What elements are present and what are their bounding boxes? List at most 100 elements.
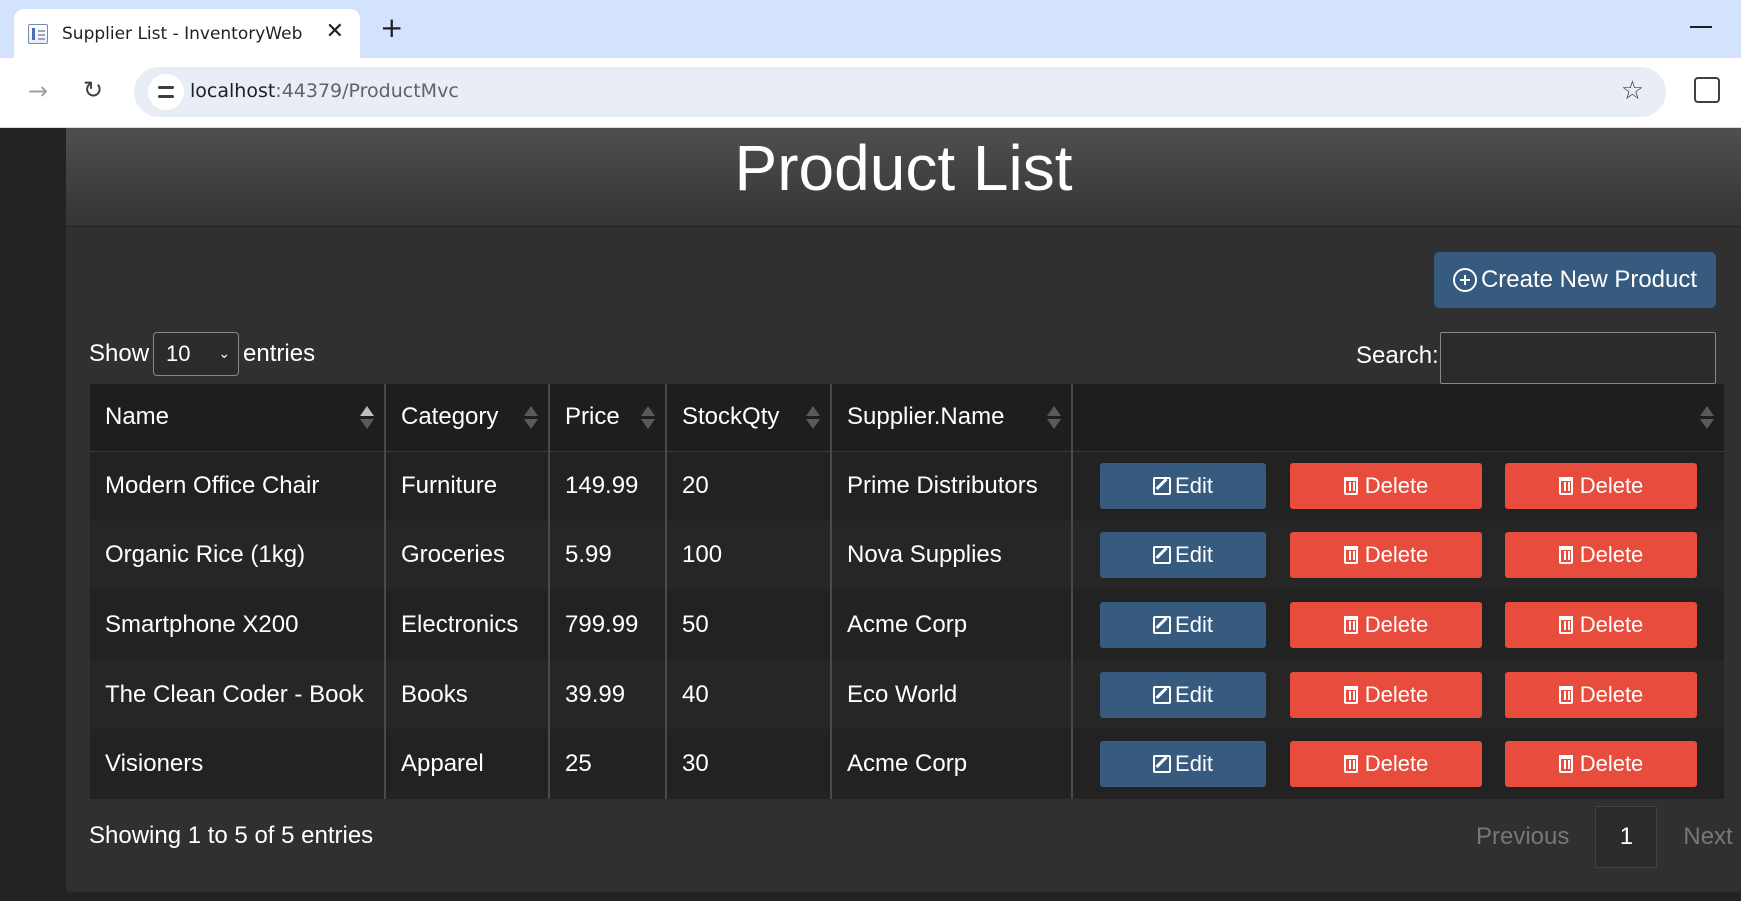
search-label: Search:	[1356, 342, 1439, 369]
delete-button[interactable]: Delete	[1290, 532, 1482, 579]
delete-label: Delete	[1364, 542, 1429, 568]
cell-category: Apparel	[385, 729, 550, 799]
cell-category: Groceries	[385, 520, 550, 591]
edit-button[interactable]: Edit	[1100, 741, 1266, 788]
browser-tabstrip: Supplier List - InventoryWeb ✕ +	[0, 0, 1741, 58]
minimize-icon[interactable]	[1690, 26, 1712, 28]
delete-label: Delete	[1579, 473, 1644, 499]
trash-icon	[1558, 685, 1573, 704]
sort-icon	[641, 406, 655, 430]
pagination: Previous 1 Next	[1476, 806, 1733, 868]
delete-button[interactable]: Delete	[1505, 601, 1697, 648]
delete-label: Delete	[1364, 473, 1429, 499]
cell-stockqty: 100	[666, 520, 832, 591]
cell-stockqty: 40	[666, 659, 832, 730]
delete-button[interactable]: Delete	[1290, 601, 1482, 648]
trash-icon	[1343, 685, 1358, 704]
new-tab-icon[interactable]: +	[380, 14, 403, 42]
plus-circle-icon	[1452, 268, 1477, 292]
forward-icon[interactable]: →	[28, 79, 48, 103]
edit-icon	[1153, 685, 1172, 704]
chevron-down-icon: ⌄	[218, 346, 231, 362]
page-1-button[interactable]: 1	[1595, 806, 1658, 868]
tab-title: Supplier List - InventoryWeb	[62, 23, 303, 44]
delete-button[interactable]: Delete	[1505, 741, 1697, 788]
previous-page-button[interactable]: Previous	[1476, 823, 1569, 851]
edit-button[interactable]: Edit	[1100, 532, 1266, 579]
show-label: Show	[89, 340, 150, 367]
trash-icon	[1343, 615, 1358, 634]
edit-label: Edit	[1175, 542, 1213, 568]
table-row: Modern Office Chair Furniture 149.99 20 Prim…	[90, 451, 1724, 521]
page-content: Product List Create New Product Show 10 …	[0, 128, 1741, 901]
create-button-label: Create New Product	[1480, 266, 1698, 293]
trash-icon	[1343, 477, 1358, 496]
delete-button[interactable]: Delete	[1290, 671, 1482, 718]
cell-supplier-name: Acme Corp	[831, 590, 1073, 660]
edit-button[interactable]: Edit	[1100, 671, 1266, 718]
close-icon[interactable]: ✕	[326, 21, 344, 43]
edit-icon	[1153, 615, 1172, 634]
cell-category: Electronics	[385, 590, 550, 660]
entries-label: entries	[243, 340, 316, 367]
page-size-select[interactable]: 10 ⌄	[153, 332, 240, 376]
sort-icon	[806, 406, 820, 430]
sort-icon	[524, 406, 538, 430]
edit-label: Edit	[1175, 611, 1213, 637]
delete-button[interactable]: Delete	[1290, 463, 1482, 510]
trash-icon	[1558, 546, 1573, 565]
product-table: Name Category Price StockQty Supplier.Na…	[90, 384, 1724, 799]
sort-asc-icon	[360, 406, 374, 430]
product-panel: Product List Create New Product Show 10 …	[66, 128, 1741, 892]
extensions-icon[interactable]	[1694, 77, 1720, 103]
bookmark-star-icon[interactable]: ☆	[1621, 77, 1644, 105]
edit-label: Edit	[1175, 473, 1213, 499]
delete-button[interactable]: Delete	[1505, 463, 1697, 510]
column-header-stockqty[interactable]: StockQty	[666, 384, 832, 452]
column-header-supplier-name[interactable]: Supplier.Name	[831, 384, 1073, 452]
cell-supplier-name: Prime Distributors	[831, 451, 1073, 521]
delete-button[interactable]: Delete	[1505, 532, 1697, 579]
browser-tab[interactable]: Supplier List - InventoryWeb ✕	[14, 9, 360, 58]
delete-label: Delete	[1579, 611, 1644, 637]
edit-button[interactable]: Edit	[1100, 463, 1266, 510]
sort-icon	[1700, 406, 1714, 430]
delete-button[interactable]: Delete	[1290, 741, 1482, 788]
delete-label: Delete	[1364, 681, 1429, 707]
cell-name: Visioners	[90, 729, 386, 799]
cell-price: 39.99	[549, 659, 667, 730]
table-row: The Clean Coder - Book Books 39.99 40 Eco Wo…	[90, 659, 1724, 730]
column-header-name[interactable]: Name	[90, 384, 386, 452]
edit-button[interactable]: Edit	[1100, 601, 1266, 648]
cell-supplier-name: Acme Corp	[831, 729, 1073, 799]
cell-supplier-name: Eco World	[831, 659, 1073, 730]
cell-name: The Clean Coder - Book	[90, 659, 386, 730]
column-header-price[interactable]: Price	[549, 384, 667, 452]
delete-button[interactable]: Delete	[1505, 671, 1697, 718]
edit-icon	[1153, 546, 1172, 565]
column-header-actions[interactable]	[1072, 384, 1724, 452]
url-text: localhost:44379/ProductMvc	[190, 80, 459, 102]
next-page-button[interactable]: Next	[1683, 823, 1732, 851]
delete-label: Delete	[1364, 751, 1429, 777]
trash-icon	[1343, 755, 1358, 774]
cell-actions: Edit Delete Delete	[1072, 659, 1724, 730]
site-info-icon[interactable]	[148, 74, 184, 110]
browser-toolbar: → ↻ localhost:44379/ProductMvc ☆	[0, 58, 1741, 128]
edit-icon	[1153, 477, 1172, 496]
edit-label: Edit	[1175, 751, 1213, 777]
search-input[interactable]	[1440, 332, 1716, 384]
cell-price: 799.99	[549, 590, 667, 660]
panel-header: Product List	[66, 128, 1741, 227]
reload-icon[interactable]: ↻	[83, 78, 103, 102]
column-header-category[interactable]: Category	[385, 384, 550, 452]
entries-length-control: Show 10 ⌄ entries	[89, 332, 315, 376]
cell-price: 5.99	[549, 520, 667, 591]
create-new-product-button[interactable]: Create New Product	[1434, 252, 1716, 308]
page-title: Product List	[734, 132, 1073, 204]
address-bar[interactable]: localhost:44379/ProductMvc ☆	[134, 67, 1666, 117]
cell-stockqty: 20	[666, 451, 832, 521]
page-icon	[28, 23, 48, 44]
page-size-value: 10	[166, 341, 191, 366]
edit-icon	[1153, 755, 1172, 774]
